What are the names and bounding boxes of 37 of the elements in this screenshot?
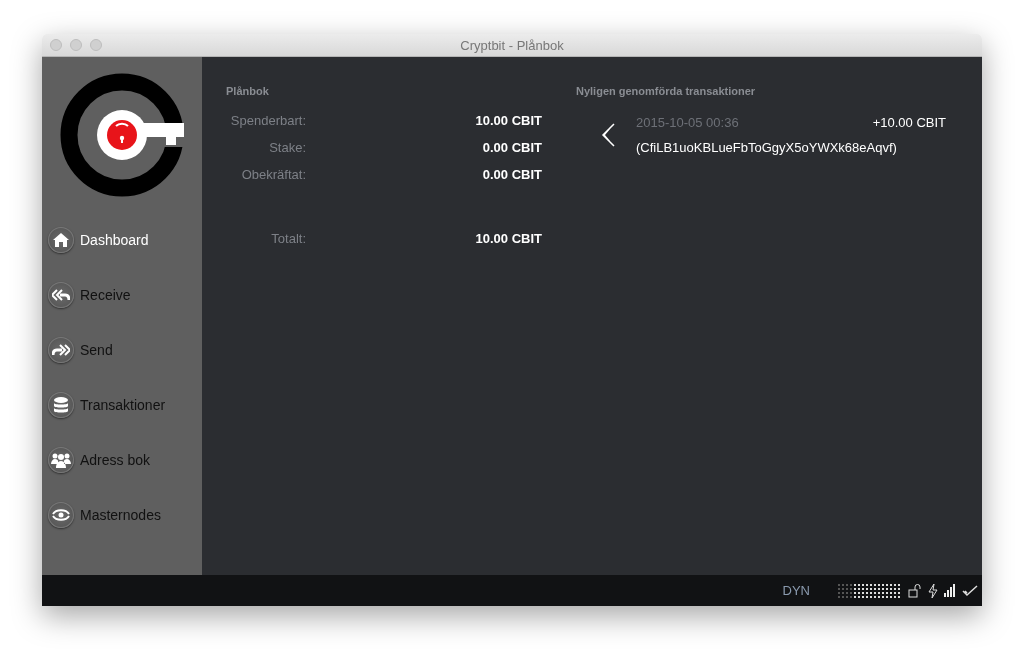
window-close-button[interactable] bbox=[50, 39, 62, 51]
balance-value: 0.00 CBIT bbox=[481, 167, 542, 182]
total-label: Totalt: bbox=[270, 231, 306, 246]
home-icon bbox=[53, 233, 69, 247]
balance-label: Spenderbart: bbox=[229, 113, 306, 128]
balance-label: Obekräftat: bbox=[240, 167, 306, 182]
people-icon bbox=[51, 452, 71, 468]
nav-item[interactable]: Adress bok bbox=[48, 447, 202, 473]
total-value: 10.00 CBIT bbox=[474, 231, 542, 246]
signal-bars-icon bbox=[944, 584, 956, 597]
double-arrow-right-icon bbox=[52, 344, 70, 356]
section-heading: Nyligen genomförda transaktioner bbox=[576, 85, 757, 97]
section-heading: Plånbok bbox=[226, 85, 270, 97]
transaction-address: (CfiLB1uoKBLueFbToGgyX5oYWXk68eAqvf) bbox=[636, 140, 898, 155]
double-arrow-left-icon bbox=[52, 289, 70, 301]
balance-value: 0.00 CBIT bbox=[481, 140, 542, 155]
transaction-amount: +10.00 CBIT bbox=[872, 115, 946, 130]
unlocked-padlock-icon bbox=[908, 583, 922, 598]
chevron-left-icon bbox=[600, 123, 616, 147]
sync-dots-icon bbox=[838, 582, 902, 599]
window-minimize-button[interactable] bbox=[70, 39, 82, 51]
nav-item[interactable]: Transaktioner bbox=[48, 392, 202, 418]
nav-item[interactable]: Dashboard bbox=[48, 227, 202, 253]
balance-label: Stake: bbox=[268, 140, 306, 155]
eye-icon bbox=[52, 508, 70, 522]
nav-item[interactable]: Send bbox=[48, 337, 202, 363]
nav-item[interactable]: Receive bbox=[48, 282, 202, 308]
balance-value: 10.00 CBIT bbox=[474, 113, 542, 128]
nav-item[interactable]: Masternodes bbox=[48, 502, 202, 528]
logo-icon bbox=[60, 73, 184, 197]
database-icon bbox=[54, 397, 68, 413]
window-title: Cryptbit - Plånbok bbox=[460, 37, 564, 53]
checkmark-icon bbox=[962, 584, 978, 597]
transaction-date: 2015-10-05 00:36 bbox=[636, 115, 739, 130]
unit-label[interactable]: DYN bbox=[782, 583, 810, 598]
lightning-icon bbox=[928, 583, 938, 598]
window-zoom-button[interactable] bbox=[90, 39, 102, 51]
